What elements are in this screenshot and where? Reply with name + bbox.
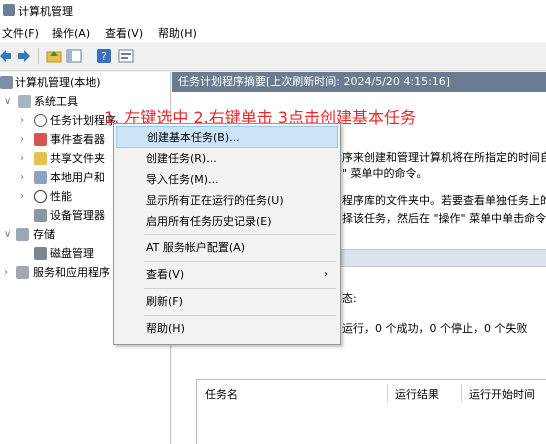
show-hide-tree-icon[interactable] [66, 48, 82, 64]
users-icon [34, 171, 47, 184]
computer-icon [0, 76, 13, 89]
menu-item-help[interactable]: 帮助(H) [116, 318, 338, 340]
console-icon[interactable] [118, 48, 134, 64]
menu-item-show-running-tasks[interactable]: 显示所有正在运行的任务(U) [116, 190, 338, 212]
tools-icon [18, 95, 31, 108]
menu-action[interactable]: 操作(A) [52, 25, 90, 41]
column-run-result[interactable]: 运行结果 [395, 386, 439, 402]
menu-separator [144, 234, 336, 235]
description-line-1: 序来创建和管理计算机将在所指定的时间自 [342, 151, 546, 164]
chevron-right-icon[interactable]: › [20, 188, 30, 206]
storage-icon [16, 228, 29, 241]
summary-header: 任务计划程序摘要[上次刷新时间: 2024/5/20 4:15:16] [172, 72, 546, 92]
clock-icon [34, 114, 47, 127]
back-arrow-icon[interactable] [0, 48, 11, 64]
chevron-right-icon[interactable]: › [20, 131, 30, 149]
up-folder-icon[interactable] [46, 48, 62, 64]
description-line-3: 程序库的文件夹中。若要查看单独任务上的 [342, 194, 546, 207]
computer-management-icon [3, 4, 15, 16]
menu-item-import-task[interactable]: 导入任务(M)... [116, 169, 338, 191]
menu-item-refresh[interactable]: 刷新(F) [116, 291, 338, 313]
toolbar: ? [0, 43, 546, 71]
description-line-4: 择该任务，然后在 "操作" 菜单中单击命令。 [342, 212, 546, 225]
title-bar: 计算机管理 [0, 0, 546, 22]
column-task-name[interactable]: 任务名 [205, 386, 238, 402]
forward-arrow-icon[interactable] [16, 48, 32, 64]
menu-item-create-basic-task[interactable]: 创建基本任务(B)... [116, 126, 338, 148]
services-icon [16, 266, 29, 279]
status-summary: 运行，0 个成功，0 个停止，0 个失败 [342, 322, 528, 335]
event-viewer-icon [34, 133, 47, 146]
toolbar-separator [38, 48, 39, 64]
column-separator[interactable] [461, 384, 462, 402]
context-menu: 创建基本任务(B)... 创建任务(R)... 导入任务(M)... 显示所有正… [113, 123, 341, 345]
chevron-right-icon: › [323, 269, 328, 280]
column-run-start-time[interactable]: 运行开始时间 [469, 386, 535, 402]
column-separator[interactable] [387, 384, 388, 402]
menu-separator [144, 315, 336, 316]
task-status-table: 任务名 运行结果 运行开始时间 [196, 379, 546, 444]
device-manager-icon [34, 209, 47, 222]
help-icon[interactable]: ? [96, 48, 112, 64]
chevron-down-icon[interactable]: ∨ [4, 226, 14, 244]
status-label: 态: [342, 292, 357, 305]
menu-item-enable-history[interactable]: 启用所有任务历史记录(E) [116, 211, 338, 233]
chevron-right-icon[interactable]: › [20, 150, 30, 168]
disk-icon [34, 247, 47, 260]
chevron-right-icon[interactable]: › [20, 169, 30, 187]
chevron-right-icon[interactable]: › [4, 264, 14, 282]
menu-file[interactable]: 文件(F) [2, 25, 39, 41]
chevron-down-icon[interactable]: ∨ [4, 93, 14, 111]
menu-separator [144, 288, 336, 289]
svg-text:?: ? [101, 50, 107, 63]
performance-icon [34, 190, 47, 203]
menu-view[interactable]: 查看(V) [105, 25, 143, 41]
menu-bar: 文件(F) 操作(A) 查看(V) 帮助(H) [0, 22, 546, 42]
chevron-right-icon[interactable]: › [20, 112, 30, 130]
menu-item-create-task[interactable]: 创建任务(R)... [116, 148, 338, 170]
menu-item-view[interactable]: 查看(V) › [116, 264, 338, 286]
menu-help[interactable]: 帮助(H) [158, 25, 197, 41]
menu-item-at-service-account[interactable]: AT 服务帐户配置(A) [116, 237, 338, 259]
description-line-2: " 菜单中的命令。 [342, 167, 428, 180]
menu-separator [144, 261, 336, 262]
folder-icon [34, 152, 47, 165]
window-title: 计算机管理 [18, 5, 73, 18]
